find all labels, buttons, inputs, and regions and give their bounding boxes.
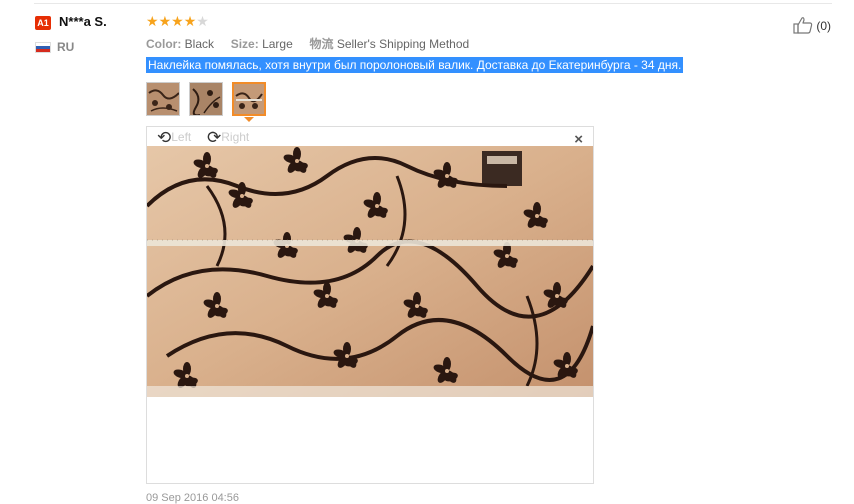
attr-label: Color: xyxy=(146,37,182,51)
user-level-badge: A1 xyxy=(35,16,51,30)
russia-flag-icon xyxy=(35,42,51,53)
rotate-right-label: Right xyxy=(221,130,250,144)
attr-value: Seller's Shipping Method xyxy=(336,37,470,51)
review-photo-thumbnail[interactable] xyxy=(189,82,223,116)
rotate-left-button[interactable]: ⟲Left xyxy=(157,128,191,148)
reviewer-country: RU xyxy=(57,40,75,54)
star-filled-icon: ★ xyxy=(146,13,159,29)
rotate-left-label: Left xyxy=(171,130,192,144)
helpful-button[interactable]: (0) xyxy=(793,16,831,34)
attr-label: 物流 xyxy=(309,37,334,51)
attr-value: Large xyxy=(262,37,293,51)
review-photo-thumbnail[interactable] xyxy=(146,82,180,116)
star-filled-icon: ★ xyxy=(158,13,172,29)
attr-label: Size: xyxy=(230,37,259,51)
star-filled-icon: ★ xyxy=(171,13,184,29)
rotate-left-icon: ⟲ xyxy=(157,128,172,147)
review-photo-large xyxy=(147,146,593,397)
helpful-count: (0) xyxy=(816,19,832,33)
reviewer-name: N***a S. xyxy=(59,14,107,29)
order-attributes: Color: Black Size: Large 物流 Seller's Shi… xyxy=(146,35,469,52)
review-text: Наклейка помялась, хотя внутри был порол… xyxy=(146,57,684,73)
thumbs-up-icon xyxy=(793,17,813,34)
selected-thumbnail-pointer xyxy=(244,117,254,122)
top-divider xyxy=(34,3,832,4)
review-date: 09 Sep 2016 04:56 xyxy=(146,492,239,504)
star-filled-icon: ★ xyxy=(183,13,197,29)
rotate-right-button[interactable]: ⟳Right xyxy=(207,128,249,148)
review-photo-thumbnail-selected[interactable] xyxy=(232,82,266,116)
attr-value: Black xyxy=(184,37,215,51)
rotate-right-icon: ⟳ xyxy=(207,128,222,147)
rating-stars: ★★★★★ xyxy=(146,13,209,30)
photo-viewer: ⟲Left ⟳Right × xyxy=(146,126,594,484)
star-empty-icon: ★ xyxy=(196,13,209,29)
